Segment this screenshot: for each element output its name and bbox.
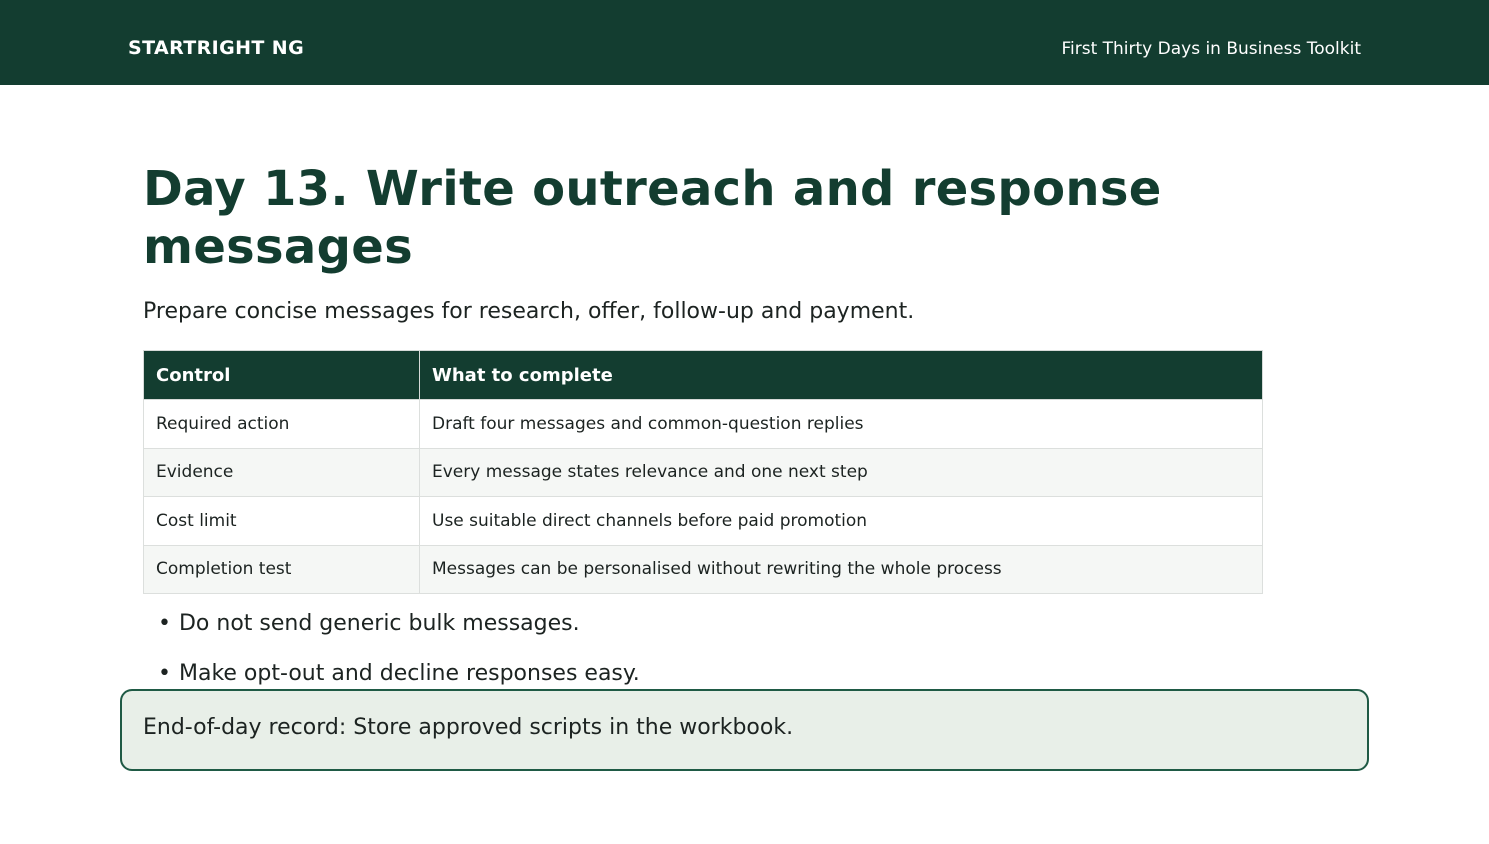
table-row: Cost limit Use suitable direct channels … [143, 496, 1263, 546]
table-cell-task: Draft four messages and common-question … [419, 399, 1263, 449]
toolkit-title: First Thirty Days in Business Toolkit [1061, 39, 1361, 59]
list-item: • Do not send generic bulk messages. [158, 610, 640, 638]
table-cell-control: Evidence [143, 447, 420, 497]
table-row: Required action Draft four messages and … [143, 399, 1263, 449]
end-of-day-record-box: End-of-day record: Store approved script… [120, 689, 1369, 771]
bullet-icon: • [158, 661, 171, 686]
column-header-what-to-complete: What to complete [419, 350, 1263, 400]
table-cell-control: Cost limit [143, 496, 420, 546]
table-cell-task: Every message states relevance and one n… [419, 447, 1263, 497]
brand-name: STARTRIGHT NG [128, 37, 305, 59]
bullet-icon: • [158, 611, 171, 636]
table-cell-task: Messages can be personalised without rew… [419, 544, 1263, 594]
page-subtitle: Prepare concise messages for research, o… [143, 299, 915, 324]
page-title: Day 13. Write outreach and response mess… [143, 161, 1162, 275]
table-row: Completion test Messages can be personal… [143, 544, 1263, 594]
end-of-day-record-text: End-of-day record: Store approved script… [143, 715, 794, 740]
table-header-row: Control What to complete [143, 350, 1263, 400]
table-cell-control: Completion test [143, 544, 420, 594]
table-cell-task: Use suitable direct channels before paid… [419, 496, 1263, 546]
table-row: Evidence Every message states relevance … [143, 447, 1263, 497]
column-header-control: Control [143, 350, 420, 400]
list-item-text: Do not send generic bulk messages. [178, 611, 580, 636]
controls-table: Control What to complete Required action… [143, 350, 1263, 594]
list-item: • Make opt-out and decline responses easy… [158, 660, 640, 688]
top-bar: STARTRIGHT NG First Thirty Days in Busin… [0, 0, 1489, 85]
list-item-text: Make opt-out and decline responses easy. [178, 661, 640, 686]
table-cell-control: Required action [143, 399, 420, 449]
